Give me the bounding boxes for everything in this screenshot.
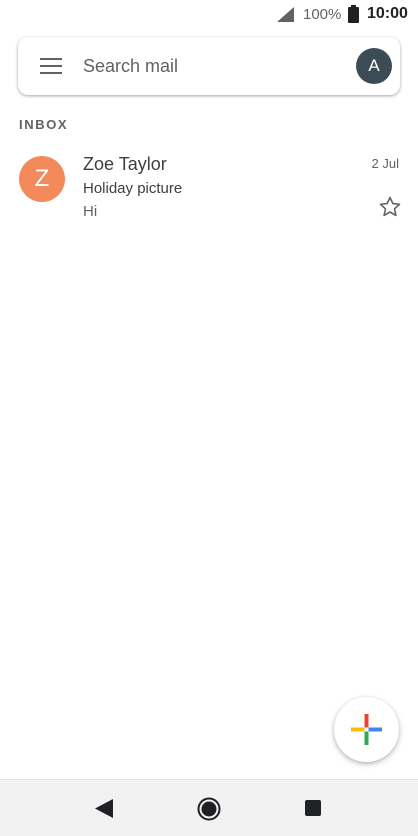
- star-icon[interactable]: [378, 195, 402, 219]
- email-snippet: Hi: [83, 203, 98, 220]
- compose-button[interactable]: [334, 697, 399, 762]
- section-label-inbox: INBOX: [19, 117, 69, 132]
- status-bar: 100% 10:00: [0, 0, 418, 30]
- signal-icon: [277, 7, 294, 22]
- battery-percent: 100%: [303, 6, 342, 23]
- back-icon[interactable]: [95, 799, 113, 818]
- sender-avatar[interactable]: Z: [19, 156, 65, 202]
- compose-plus-icon: [351, 714, 382, 745]
- search-bar[interactable]: Search mail A: [18, 37, 400, 95]
- account-avatar[interactable]: A: [356, 48, 392, 84]
- email-sender: Zoe Taylor: [83, 154, 167, 174]
- menu-icon[interactable]: [40, 58, 62, 74]
- home-icon[interactable]: [197, 797, 221, 821]
- system-nav-bar: [0, 779, 418, 836]
- battery-icon: [348, 5, 359, 23]
- email-subject: Holiday picture: [83, 180, 183, 197]
- email-date: 2 Jul: [371, 156, 399, 171]
- clock: 10:00: [367, 5, 408, 22]
- search-input[interactable]: Search mail: [83, 56, 178, 77]
- recents-icon[interactable]: [305, 800, 321, 816]
- email-list-item[interactable]: Z Zoe Taylor 2 Jul Holiday picture Hi: [0, 140, 418, 235]
